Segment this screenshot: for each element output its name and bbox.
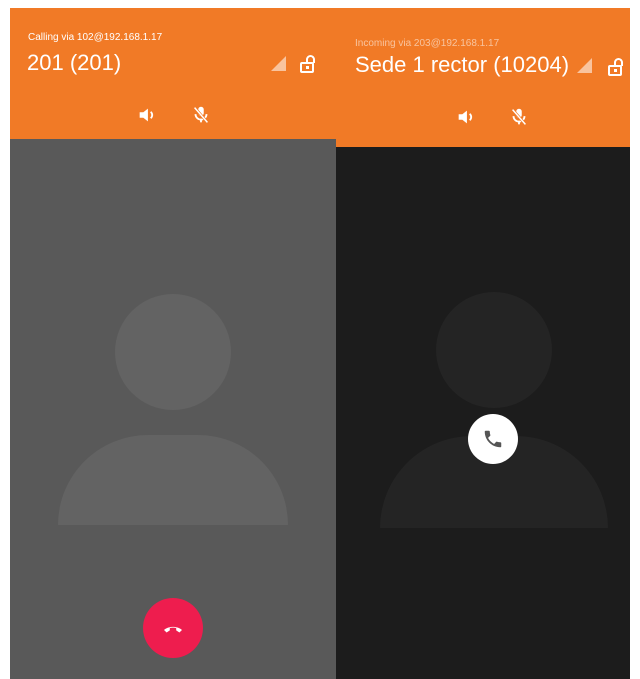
answer-call-icon bbox=[484, 430, 502, 448]
speaker-icon[interactable] bbox=[455, 106, 477, 128]
hangup-button[interactable] bbox=[143, 598, 203, 658]
hangup-icon bbox=[164, 626, 182, 633]
avatar-placeholder-head bbox=[115, 294, 231, 410]
answer-call-button[interactable] bbox=[468, 414, 518, 464]
call-header: Calling via 102@192.168.1.17 201 (201) bbox=[10, 8, 336, 139]
call-status-line: Calling via 102@192.168.1.17 bbox=[28, 32, 163, 43]
outgoing-call-screen: Calling via 102@192.168.1.17 201 (201) bbox=[10, 8, 336, 679]
mic-off-icon[interactable] bbox=[190, 104, 212, 126]
caller-name: Sede 1 rector (10204) bbox=[355, 52, 570, 77]
caller-name: 201 (201) bbox=[27, 50, 122, 75]
mic-off-icon[interactable] bbox=[508, 106, 530, 128]
call-status-line: Incoming via 203@192.168.1.17 bbox=[355, 38, 500, 49]
call-header: Incoming via 203@192.168.1.17 Sede 1 rec… bbox=[336, 8, 630, 147]
lock-open-icon bbox=[608, 58, 623, 76]
signal-icon bbox=[271, 56, 286, 71]
lock-open-icon bbox=[300, 55, 315, 73]
avatar-placeholder-head bbox=[436, 292, 552, 408]
speaker-icon[interactable] bbox=[136, 104, 158, 126]
avatar-placeholder-body bbox=[58, 435, 288, 525]
incoming-call-screen: Incoming via 203@192.168.1.17 Sede 1 rec… bbox=[336, 8, 630, 679]
signal-icon bbox=[577, 58, 592, 73]
